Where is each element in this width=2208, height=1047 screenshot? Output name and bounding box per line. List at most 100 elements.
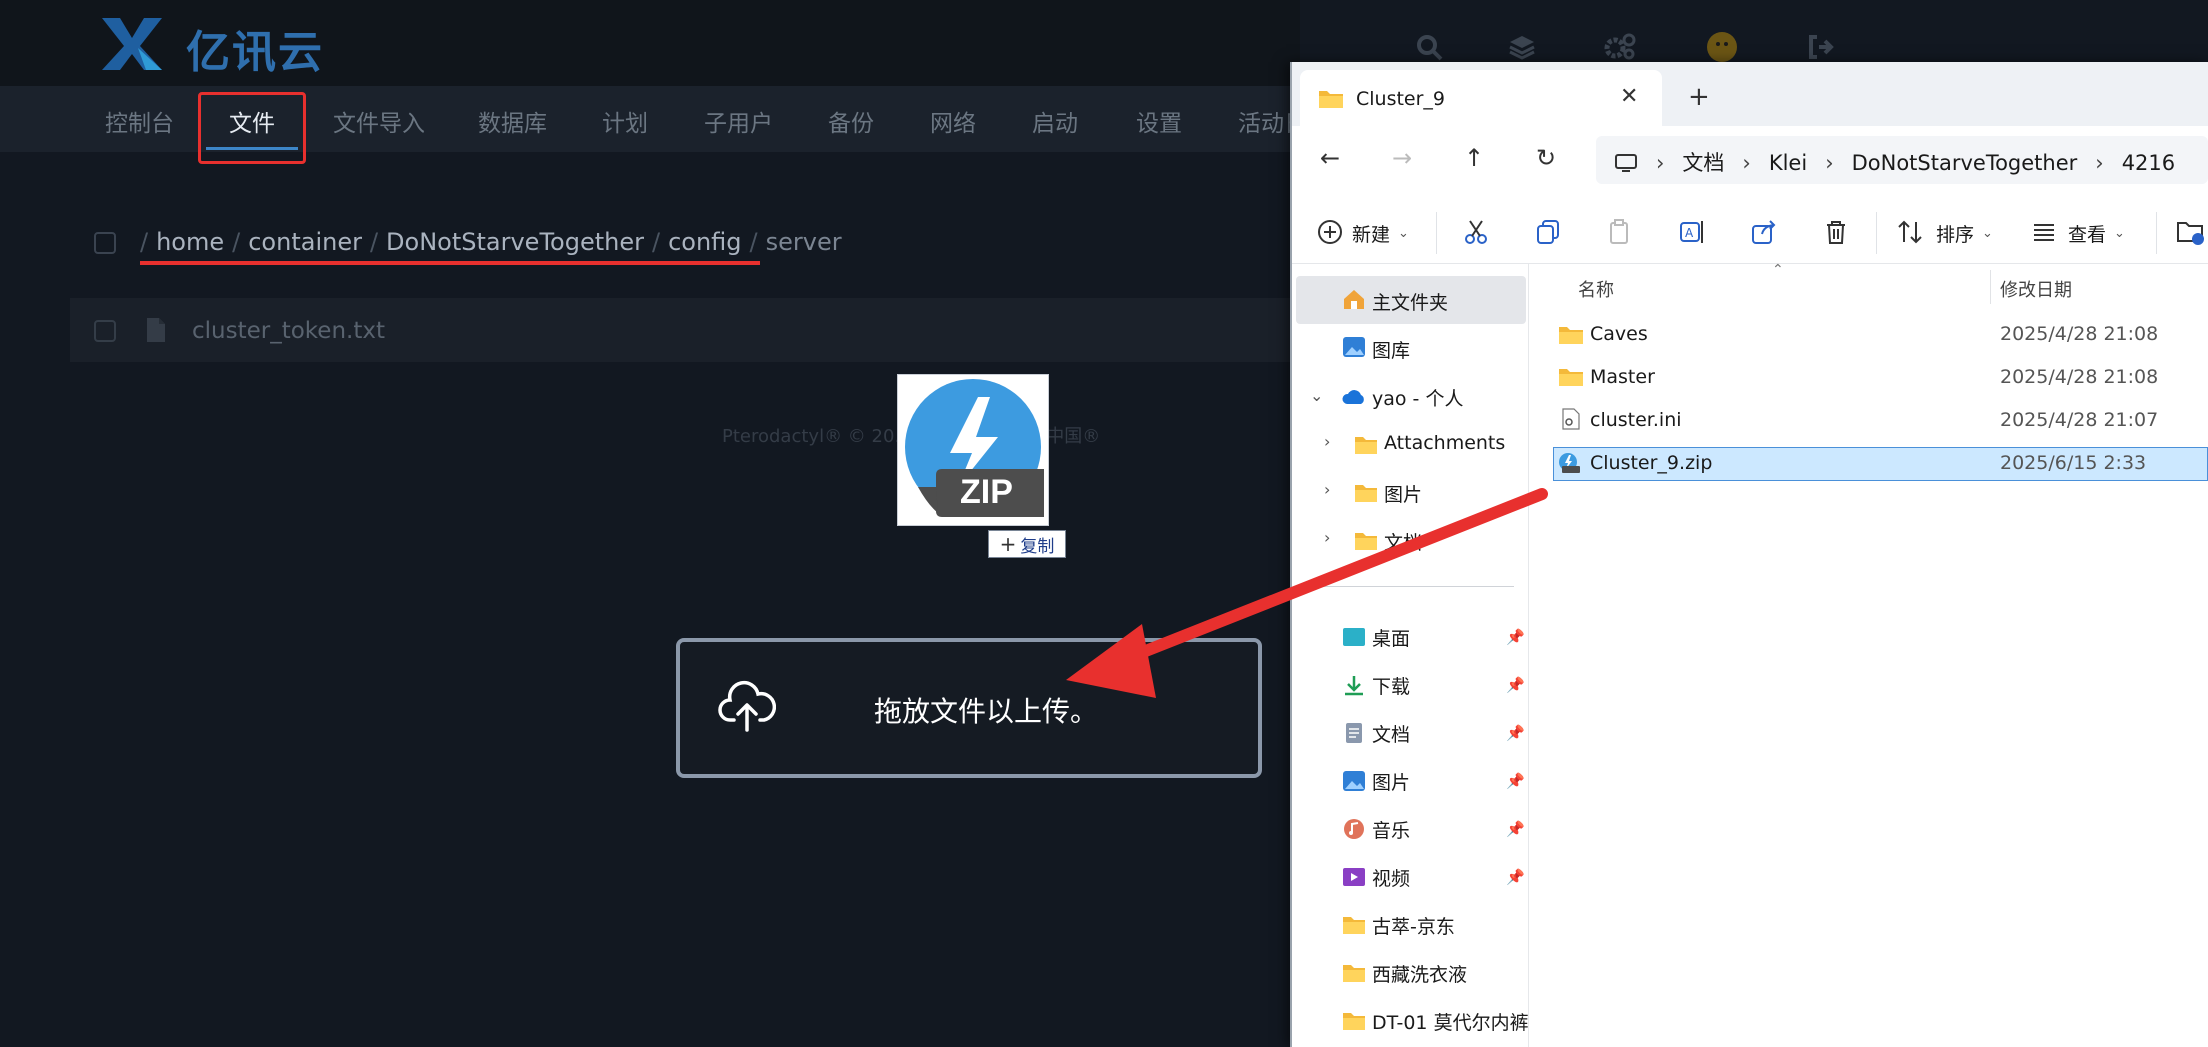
paste-icon[interactable] (1606, 218, 1634, 246)
file-name[interactable]: cluster_token.txt (192, 318, 385, 344)
nav-item-folder[interactable]: DT-01 莫代尔内裤 (1372, 1008, 1528, 1035)
pin-icon[interactable]: 📌 (1506, 724, 1525, 742)
pin-icon[interactable]: 📌 (1506, 676, 1525, 694)
brand-logo-icon[interactable] (98, 14, 166, 74)
path-4216[interactable]: 4216 (2122, 151, 2175, 175)
zip-label: ZIP (960, 473, 1013, 511)
tab-startup[interactable]: 启动 (1032, 104, 1078, 138)
explorer-tab[interactable] (1300, 70, 1662, 128)
breadcrumb-container[interactable]: container (248, 228, 362, 256)
pictures-icon (1343, 771, 1365, 791)
path-documents[interactable]: 文档 (1682, 151, 1724, 175)
path-chevron-icon: › (1742, 151, 1751, 175)
drag-copy-tooltip: + 复制 (988, 530, 1066, 558)
nav-item-pictures[interactable]: 图片 (1372, 768, 1410, 795)
tab-console[interactable]: 控制台 (105, 104, 174, 138)
path-chevron-icon: › (2095, 151, 2104, 175)
list-item-date: 2025/6/15 2:33 (2000, 452, 2147, 474)
new-tab-icon[interactable]: + (1688, 82, 1710, 112)
pane-splitter[interactable] (1528, 264, 1529, 1047)
copy-icon[interactable] (1534, 218, 1562, 246)
sort-icon (1898, 220, 1922, 244)
column-header-modified[interactable]: 修改日期 (2000, 276, 2072, 302)
logout-icon[interactable] (1804, 30, 1838, 64)
drag-preview-zip: ZIP (897, 374, 1049, 526)
back-arrow-icon[interactable]: ← (1320, 144, 1340, 172)
nav-item-downloads[interactable]: 下载 (1372, 672, 1410, 699)
list-item-name[interactable]: Master (1590, 366, 1655, 388)
pin-icon[interactable]: 📌 (1506, 820, 1525, 838)
breadcrumb-home[interactable]: home (156, 228, 224, 256)
tab-subusers[interactable]: 子用户 (704, 104, 773, 138)
new-button[interactable]: 新建 (1352, 220, 1390, 247)
row-checkbox[interactable] (94, 320, 116, 342)
list-item-name[interactable]: Caves (1590, 323, 1648, 345)
column-divider[interactable] (1990, 270, 1991, 304)
nav-item-gallery[interactable]: 图库 (1372, 336, 1410, 363)
path-dst[interactable]: DoNotStarveTogether (1852, 151, 2078, 175)
delete-icon[interactable] (1822, 218, 1850, 246)
column-header-name[interactable]: 名称 (1578, 276, 1614, 302)
nav-divider (1322, 586, 1514, 587)
cut-icon[interactable] (1462, 218, 1490, 246)
pin-icon[interactable]: 📌 (1506, 868, 1525, 886)
nav-item-videos[interactable]: 视频 (1372, 864, 1410, 891)
address-path[interactable]: › 文档 › Klei › DoNotStarveTogether › 4216 (1614, 147, 2175, 177)
tab-database[interactable]: 数据库 (478, 104, 547, 138)
pin-icon[interactable]: 📌 (1506, 628, 1525, 646)
user-avatar[interactable] (1705, 30, 1739, 64)
nav-item-onedrive[interactable]: yao - 个人 (1372, 384, 1463, 411)
path-klei[interactable]: Klei (1769, 151, 1807, 175)
nav-item-od-documents[interactable]: 文档 (1384, 528, 1422, 555)
folder-icon (1355, 485, 1377, 502)
breadcrumb-dst[interactable]: DoNotStarveTogether (386, 228, 644, 256)
chevron-down-icon: ⌄ (2114, 226, 2125, 241)
nav-item-folder[interactable]: 西藏洗衣液 (1372, 960, 1467, 987)
nav-item-music[interactable]: 音乐 (1372, 816, 1410, 843)
folder-icon (1559, 369, 1583, 386)
breadcrumb-separator: / (749, 228, 758, 256)
close-tab-icon[interactable]: ✕ (1620, 84, 1638, 109)
chevron-down-icon[interactable]: ⌄ (1310, 386, 1323, 405)
chevron-right-icon[interactable]: › (1324, 480, 1330, 499)
list-item-name[interactable]: cluster.ini (1590, 409, 1682, 431)
select-all-checkbox[interactable] (94, 232, 116, 254)
tab-file-import[interactable]: 文件导入 (333, 104, 425, 138)
breadcrumb-separator: / (369, 228, 379, 256)
nav-item-desktop[interactable]: 桌面 (1372, 624, 1410, 651)
share-icon[interactable] (1750, 218, 1778, 246)
folder-icon (1343, 1013, 1365, 1030)
tab-network[interactable]: 网络 (930, 104, 976, 138)
settings-cogs-icon[interactable] (1603, 30, 1637, 64)
refresh-icon[interactable]: ↻ (1536, 144, 1556, 172)
sort-button[interactable]: 排序 (1936, 220, 1974, 247)
folder-icon (1355, 437, 1377, 454)
svg-text:A: A (1685, 226, 1694, 240)
up-arrow-icon[interactable]: ↑ (1464, 144, 1484, 172)
breadcrumb-config[interactable]: config (668, 228, 741, 256)
tab-schedules[interactable]: 计划 (602, 104, 648, 138)
nav-item-home[interactable]: 主文件夹 (1372, 288, 1448, 315)
view-button[interactable]: 查看 (2068, 220, 2106, 247)
rename-icon[interactable]: A (1678, 218, 1706, 246)
list-item-name[interactable]: Cluster_9.zip (1590, 452, 1712, 474)
chevron-right-icon[interactable]: › (1324, 432, 1330, 451)
nav-item-documents[interactable]: 文档 (1372, 720, 1410, 747)
layers-icon[interactable] (1505, 30, 1539, 64)
folder-sync-icon[interactable] (2176, 218, 2204, 246)
pin-icon[interactable]: 📌 (1506, 772, 1525, 790)
copy-label: 复制 (1020, 536, 1055, 557)
search-icon[interactable] (1412, 30, 1446, 64)
nav-item-folder[interactable]: 古萃-京东 (1372, 912, 1455, 939)
chevron-right-icon[interactable]: › (1324, 528, 1330, 547)
cloud-icon (1342, 390, 1364, 404)
brand-name: 亿讯云 (186, 27, 324, 78)
folder-icon (1343, 917, 1365, 934)
nav-item-od-pictures[interactable]: 图片 (1384, 480, 1422, 507)
tab-settings[interactable]: 设置 (1136, 104, 1182, 138)
nav-item-attachments[interactable]: Attachments (1384, 432, 1505, 454)
tab-backups[interactable]: 备份 (828, 104, 874, 138)
video-icon (1343, 868, 1365, 886)
forward-arrow-icon[interactable]: → (1392, 144, 1412, 172)
zip-file-icon (1559, 453, 1580, 473)
